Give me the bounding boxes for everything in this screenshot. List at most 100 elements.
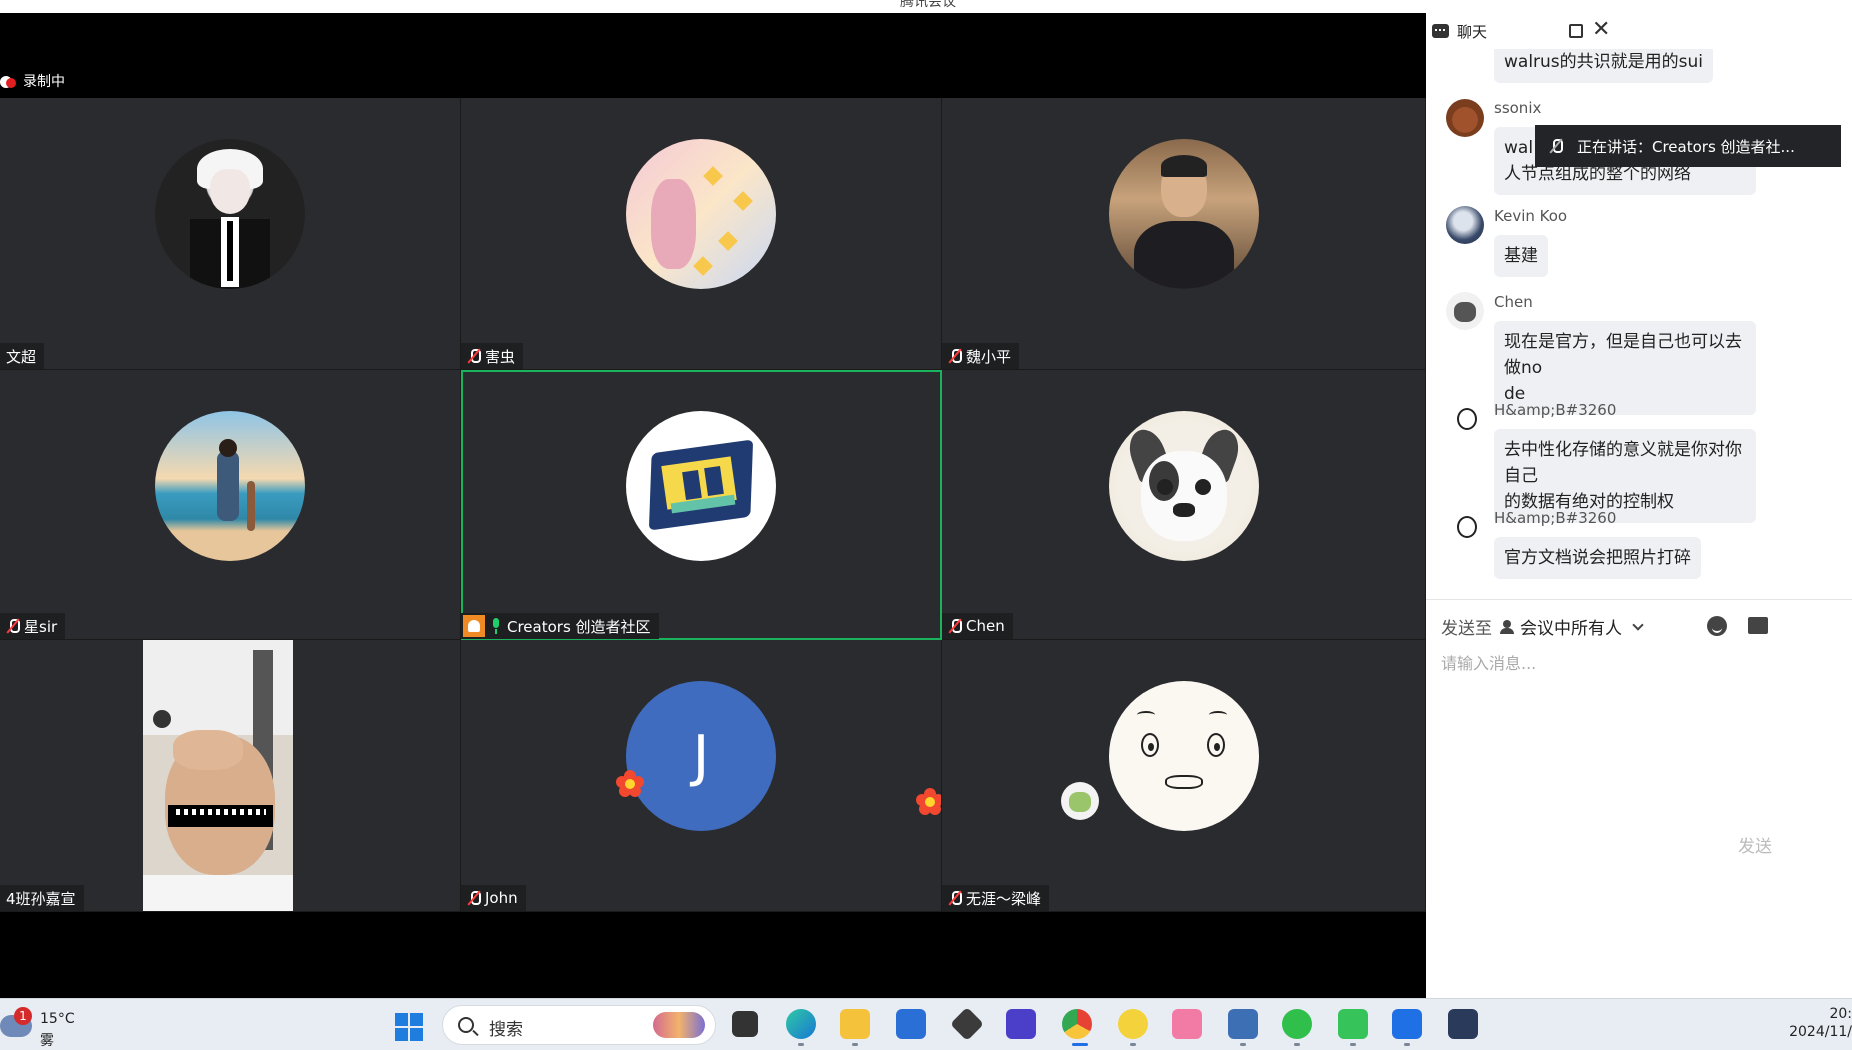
window-title: 腾讯会议 [900, 0, 956, 10]
close-icon[interactable]: ✕ [1592, 19, 1610, 41]
message-text: 现在是官方，但是自己也可以去做no [1504, 332, 1742, 378]
avatar-initial: J [692, 723, 710, 789]
mic-muted-icon [948, 618, 962, 634]
clock-date: 2024/11/ [1789, 1024, 1852, 1040]
window-title-bar: 腾讯会议 [0, 0, 1852, 13]
emoji-icon[interactable] [1707, 616, 1727, 636]
bulldog-avatar [1108, 411, 1259, 561]
chat-title: 聊天 [1457, 22, 1488, 41]
mic-on-icon [489, 618, 503, 634]
file-explorer-icon[interactable] [732, 1011, 758, 1037]
file-icon[interactable] [1748, 617, 1768, 634]
mic-muted-icon [6, 618, 20, 634]
taskbar-search[interactable]: 搜索 [442, 1005, 716, 1045]
sender-avatar[interactable] [1446, 292, 1484, 330]
tencent-meeting-icon[interactable] [1392, 1009, 1422, 1039]
folder-icon[interactable] [840, 1009, 870, 1039]
windows-start-icon[interactable] [395, 1013, 423, 1041]
running-indicator [1404, 1043, 1410, 1046]
screen-share-icon[interactable] [1338, 1009, 1368, 1039]
participant-tile[interactable]: 魏小平 [942, 98, 1426, 370]
participant-tile[interactable]: 害虫 [461, 98, 942, 370]
participant-tile-speaking[interactable]: Creators 创造者社区 [461, 370, 942, 640]
participant-tile[interactable]: 星sir [0, 370, 461, 640]
letter-avatar: J [626, 681, 776, 831]
sender-avatar[interactable] [1446, 400, 1484, 438]
popout-icon[interactable] [1569, 24, 1583, 38]
anime-avatar [155, 139, 305, 289]
music-icon[interactable] [1118, 1009, 1148, 1039]
bilibili-icon[interactable] [1172, 1009, 1202, 1039]
man-portrait-avatar [1108, 139, 1259, 289]
participant-tile[interactable]: 4班孙嘉宣 [0, 640, 461, 912]
video-area: 录制中 文超 害虫 魏小平 星sir Creators 创造者社区 Chen 4… [0, 13, 1426, 998]
participant-name: 魏小平 [966, 347, 1012, 366]
message-bubble: 官方文档说会把照片打碎 [1494, 537, 1701, 579]
participant-name-tag: John [461, 885, 526, 911]
search-icon [458, 1017, 474, 1033]
recipient-dropdown[interactable]: 会议中所有人 [1500, 614, 1644, 639]
participant-tile[interactable]: Chen [942, 370, 1426, 640]
participant-tile[interactable]: J John [461, 640, 942, 912]
running-indicator [1130, 1043, 1136, 1046]
sender-name: H&amp;B#3260 [1494, 401, 1617, 419]
message-text: 基建 [1504, 246, 1538, 266]
clock-time: 20: [1829, 1006, 1852, 1022]
send-to-selector[interactable]: 发送至 会议中所有人 [1441, 614, 1644, 639]
participant-name-tag: Creators 创造者社区 [461, 613, 659, 639]
sender-avatar[interactable] [1446, 206, 1484, 244]
host-icon [463, 615, 485, 637]
participant-name: Creators 创造者社区 [507, 617, 651, 636]
chat-compose: 发送至 会议中所有人 发送 [1426, 599, 1852, 999]
participant-name: Chen [966, 617, 1005, 635]
chrome-icon[interactable] [1062, 1009, 1092, 1039]
participant-name-tag: 无涯～梁峰 [942, 885, 1050, 911]
speaking-indicator: 正在讲话：Creators 创造者社... [1535, 125, 1841, 167]
sender-name: Chen [1494, 293, 1533, 311]
store-icon[interactable] [896, 1009, 926, 1039]
beach-kid-avatar [155, 411, 305, 561]
mic-muted-icon [948, 890, 962, 906]
remote-desktop-icon[interactable] [1228, 1009, 1258, 1039]
visual-studio-icon[interactable] [1006, 1009, 1036, 1039]
edge-icon[interactable] [786, 1009, 816, 1039]
message-text: walrus的共识就是用的sui [1504, 52, 1704, 72]
message-input[interactable] [1441, 654, 1831, 673]
frog-reaction-icon [1061, 782, 1099, 820]
cat-icon[interactable] [1448, 1009, 1478, 1039]
pastel-illustration-avatar [626, 139, 776, 289]
send-button[interactable]: 发送 [1738, 832, 1772, 857]
participant-name: 星sir [24, 617, 58, 636]
participant-name-tag: 星sir [0, 613, 66, 639]
participant-name: 4班孙嘉宣 [6, 889, 76, 908]
sender-avatar[interactable] [1446, 99, 1484, 137]
system-clock[interactable]: 20: 2024/11/ [1780, 1005, 1852, 1041]
mic-muted-icon [467, 890, 481, 906]
active-indicator [1072, 1043, 1088, 1046]
participant-name-tag: Chen [942, 613, 1013, 639]
user-icon [1500, 619, 1514, 634]
running-indicator [1240, 1043, 1246, 1046]
weather-temp: 15°C [40, 1011, 75, 1027]
meme-face-avatar [1108, 681, 1259, 831]
speaking-text: 正在讲话：Creators 创造者社... [1577, 137, 1795, 156]
participant-name: John [485, 889, 518, 907]
message-bubble: walrus的共识就是用的sui [1494, 49, 1714, 83]
running-indicator [852, 1043, 858, 1046]
weather-widget[interactable]: 1 15°C 雾 [0, 1007, 80, 1049]
participant-name: 文超 [6, 347, 37, 366]
search-label: 搜索 [489, 1020, 523, 1040]
running-indicator [1350, 1043, 1356, 1046]
sender-avatar[interactable] [1446, 508, 1484, 546]
recording-label: 录制中 [23, 74, 65, 90]
recording-icon [0, 74, 18, 88]
unity-icon[interactable] [950, 1007, 984, 1041]
mic-muted-icon [467, 348, 481, 364]
message-text: 官方文档说会把照片打碎 [1504, 548, 1691, 568]
participant-tile[interactable]: 文超 [0, 98, 461, 370]
participant-tile[interactable]: 无涯～梁峰 [942, 640, 1426, 912]
participant-name: 无涯～梁峰 [966, 889, 1042, 908]
wechat-icon[interactable] [1282, 1009, 1312, 1039]
recording-indicator[interactable]: 录制中 [0, 70, 65, 92]
running-indicator [1294, 1043, 1300, 1046]
